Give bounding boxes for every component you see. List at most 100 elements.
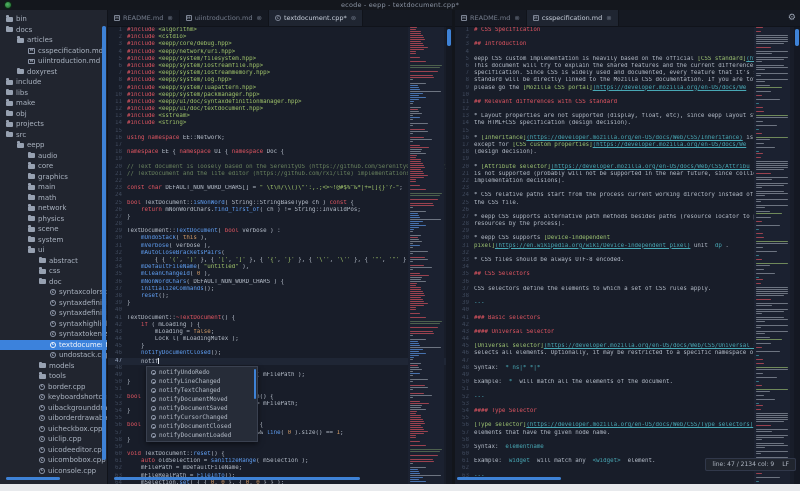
tree-item-label: projects — [16, 119, 44, 130]
code-line: 38 reset(); — [108, 293, 452, 300]
tree-item-include[interactable]: include — [0, 77, 108, 88]
right-vertical-scrollbar[interactable] — [794, 27, 800, 484]
close-icon[interactable]: ⊗ — [167, 14, 172, 22]
tree-item-math[interactable]: math — [0, 193, 108, 204]
left-vertical-scrollbar[interactable] — [446, 27, 452, 484]
minimap-line — [410, 409, 426, 410]
tree-item-network[interactable]: network — [0, 203, 108, 214]
tab-uiintroduction-md[interactable]: Muiintroduction.md⊗ — [180, 10, 269, 26]
line-text: if ( mLoading ) { — [127, 322, 452, 329]
line-number: 34 — [455, 264, 474, 271]
left-minimap[interactable] — [408, 27, 444, 484]
tree-item-libs[interactable]: libs — [0, 88, 108, 99]
close-icon[interactable]: ⊗ — [351, 14, 356, 22]
tree-item-system[interactable]: system — [0, 235, 108, 246]
tree-item-css[interactable]: css — [0, 266, 108, 277]
function-icon — [151, 397, 156, 402]
tree-item-uibackgrounddrawab[interactable]: Cuibackgrounddrawab — [0, 403, 108, 414]
minimap-line — [410, 77, 434, 78]
code-line: 5#include <eepp/system/filesystem.hpp> — [108, 56, 452, 63]
autocomplete-item-notifyUndoRedo[interactable]: notifyUndoRedo — [147, 368, 257, 377]
autocomplete-item-notifyTextChanged[interactable]: notifyTextChanged — [147, 386, 257, 395]
minimap-line — [410, 425, 421, 426]
tree-item-uicheckbox.cpp[interactable]: Cuicheckbox.cpp — [0, 424, 108, 435]
close-icon[interactable]: ⊗ — [514, 14, 519, 22]
tree-item-eepp[interactable]: eepp — [0, 140, 108, 151]
line-number: 19 — [108, 156, 127, 163]
tree-item-audio[interactable]: audio — [0, 151, 108, 162]
tree-item-uicombobox.cpp[interactable]: Cuicombobox.cpp — [0, 455, 108, 466]
minimap-line — [756, 217, 771, 218]
right-minimap[interactable] — [754, 27, 790, 484]
autocomplete-item-notifyLineChanged[interactable]: notifyLineChanged — [147, 377, 257, 386]
tree-item-make[interactable]: make — [0, 98, 108, 109]
tree-item-border.cpp[interactable]: Cborder.cpp — [0, 382, 108, 393]
minimap-line — [756, 81, 765, 82]
autocomplete-item-notifyDocumentMoved[interactable]: notifyDocumentMoved — [147, 395, 257, 404]
line-text: Syntax: `elementname` — [474, 444, 800, 451]
tree-item-graphics[interactable]: graphics — [0, 172, 108, 183]
autocomplete-item-notifyDocumentClosed[interactable]: notifyDocumentClosed — [147, 422, 257, 431]
tree-item-syntaxtokenizer.cp[interactable]: Csyntaxtokenizer.cp — [0, 329, 108, 340]
line-ending[interactable]: LF — [782, 461, 789, 468]
popup-scrollbar[interactable] — [254, 369, 257, 399]
file-tree-panel[interactable]: bindocsarticlesMcsspecification.mdMuiint… — [0, 10, 108, 484]
minimap-line — [410, 115, 413, 116]
tree-item-undostack.cpp[interactable]: Cundostack.cpp — [0, 350, 108, 361]
tree-item-obj[interactable]: obj — [0, 109, 108, 120]
tree-item-syntaxhighlighter.c[interactable]: Csyntaxhighlighter.c — [0, 319, 108, 330]
line-text: please go the [Mozilla CSS portal](https… — [474, 85, 800, 92]
tree-item-main[interactable]: main — [0, 182, 108, 193]
tree-item-syntaxdefinitionma[interactable]: Csyntaxdefinitionma — [0, 308, 108, 319]
left-horizontal-scrollbar[interactable] — [114, 477, 360, 481]
tab-README-md[interactable]: MREADME.md⊗ — [455, 10, 527, 26]
tree-item-uiborderdrawable.cp[interactable]: Cuiborderdrawable.cp — [0, 413, 108, 424]
tree-item-doc[interactable]: doc — [0, 277, 108, 288]
code-editor-csspecification[interactable]: 1# CSS Specification23## Introduction45e… — [455, 27, 800, 480]
line-number: 3 — [455, 41, 474, 48]
function-icon — [151, 415, 156, 420]
tree-item-docs[interactable]: docs — [0, 25, 108, 36]
tree-item-keyboardshortcut.cpp[interactable]: Ckeyboardshortcut.cpp — [0, 392, 108, 403]
tree-item-models[interactable]: models — [0, 361, 108, 372]
tree-vertical-scrollbar[interactable] — [102, 26, 106, 460]
tree-item-scene[interactable]: scene — [0, 224, 108, 235]
tree-item-abstract[interactable]: abstract — [0, 256, 108, 267]
tree-item-core[interactable]: core — [0, 161, 108, 172]
line-number: 19 — [455, 156, 474, 163]
minimap-line — [756, 385, 762, 386]
tree-item-articles[interactable]: articles — [0, 35, 108, 46]
tree-item-physics[interactable]: physics — [0, 214, 108, 225]
tree-item-syntaxcolorscheme[interactable]: Csyntaxcolorscheme — [0, 287, 108, 298]
close-icon[interactable]: ⊗ — [256, 14, 261, 22]
tree-item-ui[interactable]: ui — [0, 245, 108, 256]
tab-csspecification-md[interactable]: Mcsspecification.md⊗ — [527, 10, 619, 26]
tab-textdocument-cpp-[interactable]: Ctextdocument.cpp*⊗ — [269, 10, 363, 26]
autocomplete-item-notifyDocumentSaved[interactable]: notifyDocumentSaved — [147, 404, 257, 413]
tree-item-uiclip.cpp[interactable]: Cuiclip.cpp — [0, 434, 108, 445]
tree-item-syntaxdefinition.cp[interactable]: Csyntaxdefinition.cp — [0, 298, 108, 309]
tree-item-bin[interactable]: bin — [0, 14, 108, 25]
tree-item-csspecification.md[interactable]: Mcsspecification.md — [0, 46, 108, 57]
tree-item-tools[interactable]: tools — [0, 371, 108, 382]
tree-item-src[interactable]: src — [0, 130, 108, 141]
tree-item-uiintroduction.md[interactable]: Muiintroduction.md — [0, 56, 108, 67]
minimap-line — [756, 287, 788, 288]
tree-item-uicodeeditor.cpp[interactable]: Cuicodeeditor.cpp — [0, 445, 108, 456]
minimap-line — [756, 403, 759, 404]
close-icon[interactable]: ⊗ — [606, 14, 611, 22]
autocomplete-item-notifyDocumentLoaded[interactable]: notifyDocumentLoaded — [147, 431, 257, 440]
tree-horizontal-scrollbar[interactable] — [6, 477, 60, 481]
gear-icon[interactable]: ⚙ — [788, 13, 796, 23]
minimap-line — [756, 73, 788, 74]
line-number: 8 — [108, 77, 127, 84]
tab-README-md[interactable]: MREADME.md⊗ — [108, 10, 180, 26]
tree-item-projects[interactable]: projects — [0, 119, 108, 130]
tree-item-doxyrest[interactable]: doxyrest — [0, 67, 108, 78]
tree-item-uiconsole.cpp[interactable]: Cuiconsole.cpp — [0, 466, 108, 477]
autocomplete-item-notifyCursorChanged[interactable]: notifyCursorChanged — [147, 413, 257, 422]
minimap-line — [756, 421, 784, 422]
right-horizontal-scrollbar[interactable] — [457, 477, 561, 481]
minimap-line — [410, 275, 429, 276]
tree-item-textdocument.cpp[interactable]: Ctextdocument.cpp — [0, 340, 108, 351]
